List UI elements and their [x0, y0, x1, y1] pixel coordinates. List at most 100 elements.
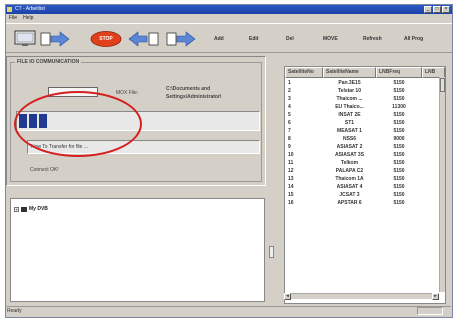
- menu-file[interactable]: File: [9, 14, 17, 22]
- delete-button[interactable]: Del: [283, 32, 297, 47]
- refresh-button[interactable]: Refresh: [360, 32, 385, 47]
- app-icon: [7, 7, 12, 12]
- all-prog-button[interactable]: All Prog: [401, 32, 426, 47]
- channel-tree[interactable]: [10, 198, 265, 302]
- receive-button[interactable]: [128, 31, 160, 47]
- tree-expand-icon[interactable]: +: [14, 206, 19, 212]
- left-arrow-icon: [128, 31, 159, 47]
- satellite-grid[interactable]: SatelliteNo SatelliteName LNBFreq LNB 1 P…: [284, 66, 446, 304]
- toolbar: STOP Add Edit Del MOVE Refresh All Prog: [6, 23, 452, 53]
- grid-horizontal-scrollbar[interactable]: [284, 293, 439, 299]
- stop-label: STOP: [99, 36, 113, 42]
- table-cell: EU Thaico...: [335, 104, 364, 110]
- file-path-line1: C:\Documents and: [166, 86, 211, 92]
- table-row[interactable]: 5 INSAT 2E 5150: [285, 112, 445, 119]
- table-cell: 5: [288, 112, 291, 118]
- table-cell: 8: [288, 136, 291, 142]
- table-cell: Pan.3E15: [338, 80, 361, 86]
- table-row[interactable]: 2 Telstar 10 5150: [285, 88, 445, 95]
- table-cell: 6: [288, 120, 291, 126]
- table-cell: PALAPA C2: [335, 168, 364, 174]
- table-cell: 15: [288, 192, 294, 198]
- status-text: Ready: [7, 308, 22, 314]
- add-button[interactable]: Add: [211, 32, 227, 47]
- upload-button[interactable]: [166, 31, 196, 47]
- highlight-ellipse: [14, 91, 142, 157]
- vertical-scroll-thumb[interactable]: [440, 78, 445, 92]
- table-row[interactable]: 16 APSTAR 6 5150: [285, 200, 445, 207]
- table-row[interactable]: 3 Thaicom ... 5150: [285, 96, 445, 103]
- table-row[interactable]: 12 PALAPA C2 5150: [285, 168, 445, 175]
- connect-monitor-button[interactable]: [14, 30, 36, 46]
- table-cell: 9000: [393, 136, 405, 142]
- grid-vertical-scrollbar[interactable]: [439, 77, 445, 292]
- col-lnb-freq[interactable]: LNBFreq: [376, 67, 422, 78]
- close-button[interactable]: ×: [442, 6, 450, 13]
- table-cell: 5150: [393, 80, 405, 86]
- table-cell: JCSAT 3: [339, 192, 360, 198]
- table-cell: 16: [288, 200, 294, 206]
- table-cell: MEASAT 1: [337, 128, 362, 134]
- table-cell: 5150: [393, 112, 405, 118]
- folder-icon: [21, 206, 27, 212]
- table-row[interactable]: 10 ASIASAT 3S 5150: [285, 152, 445, 159]
- status-panel: [417, 307, 443, 315]
- table-cell: NSS6: [342, 136, 357, 142]
- table-cell: 5150: [393, 192, 405, 198]
- table-row[interactable]: 6 ST1 5150: [285, 120, 445, 127]
- restore-button[interactable]: □: [433, 6, 441, 13]
- scroll-right-icon[interactable]: ▸: [432, 293, 439, 300]
- table-row[interactable]: 9 ASIASAT 2 5150: [285, 144, 445, 151]
- table-row[interactable]: 14 ASIASAT 4 5150: [285, 184, 445, 191]
- tree-node-label: My DVB: [29, 206, 48, 212]
- table-cell: INSAT 2E: [338, 112, 361, 118]
- col-satellite-name[interactable]: SatelliteName: [323, 67, 376, 78]
- table-row[interactable]: 13 Thaicom 1A 5150: [285, 176, 445, 183]
- edit-button[interactable]: Edit: [246, 32, 261, 47]
- table-cell: 9: [288, 144, 291, 150]
- grid-header: SatelliteNo SatelliteName LNBFreq LNB: [285, 67, 445, 78]
- menu-help[interactable]: Help: [23, 14, 33, 22]
- table-row[interactable]: 1 Pan.3E15 5150: [285, 80, 445, 87]
- tree-node-my-dvb[interactable]: + My DVB: [14, 206, 48, 212]
- monitor-icon: [14, 30, 36, 46]
- table-cell: 5150: [393, 120, 405, 126]
- table-cell: ASIASAT 3S: [334, 152, 365, 158]
- table-cell: Thaicom 1A: [335, 176, 364, 182]
- splitter-grip-icon[interactable]: [269, 246, 274, 258]
- table-cell: Thaicom ...: [336, 96, 363, 102]
- table-row[interactable]: 8 NSS6 9000: [285, 136, 445, 143]
- table-cell: 10: [288, 152, 294, 158]
- table-cell: 1: [288, 80, 291, 86]
- table-cell: 5150: [393, 88, 405, 94]
- table-cell: 11300: [392, 104, 406, 110]
- move-button[interactable]: MOVE: [320, 32, 341, 47]
- scroll-left-icon[interactable]: ◂: [284, 293, 291, 300]
- forward-arrow-icon: [166, 31, 196, 47]
- table-row[interactable]: 11 Telkom 5150: [285, 160, 445, 167]
- window-title: CT - Arbeitlist: [15, 6, 45, 12]
- table-cell: 5150: [393, 176, 405, 182]
- table-row[interactable]: 7 MEASAT 1 5150: [285, 128, 445, 135]
- table-cell: 14: [288, 184, 294, 190]
- table-cell: 5150: [393, 128, 405, 134]
- table-cell: 13: [288, 176, 294, 182]
- menu-bar: File Help: [6, 14, 452, 22]
- table-row[interactable]: 4 EU Thaico... 11300: [285, 104, 445, 111]
- right-arrow-icon: [40, 31, 70, 47]
- pane-splitter[interactable]: [268, 56, 274, 306]
- table-cell: ASIASAT 4: [336, 184, 363, 190]
- title-bar[interactable]: CT - Arbeitlist _ □ ×: [6, 5, 452, 14]
- transfer-group-title: FILE IO COMMUNICATION: [15, 59, 82, 65]
- table-cell: 7: [288, 128, 291, 134]
- stop-button[interactable]: STOP: [90, 31, 122, 47]
- table-cell: 2: [288, 88, 291, 94]
- table-cell: Telstar 10: [338, 88, 361, 94]
- table-cell: 5150: [393, 160, 405, 166]
- send-button[interactable]: [40, 31, 70, 47]
- col-satellite-no[interactable]: SatelliteNo: [285, 67, 323, 78]
- table-cell: 5150: [393, 152, 405, 158]
- table-cell: 4: [288, 104, 291, 110]
- minimize-button[interactable]: _: [424, 6, 432, 13]
- table-row[interactable]: 15 JCSAT 3 5150: [285, 192, 445, 199]
